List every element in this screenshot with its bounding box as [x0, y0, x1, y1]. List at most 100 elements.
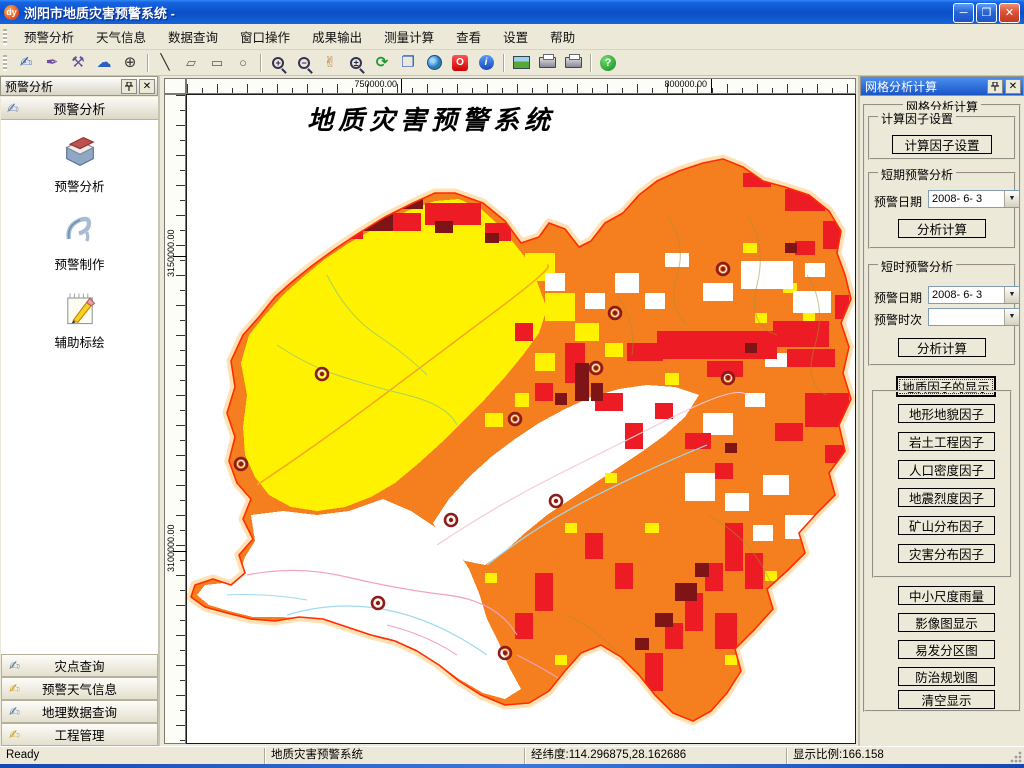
nowcast-date-label: 预警日期 — [874, 291, 923, 305]
resize-grip[interactable] — [1010, 751, 1022, 763]
zoom-out-tool-icon[interactable]: − — [292, 52, 316, 74]
aux-plot-tool-icon[interactable]: ⚒ — [66, 52, 90, 74]
zoom-extent-tool-icon[interactable]: ± — [344, 52, 368, 74]
left-panel-header-label: 预警分析 — [53, 101, 106, 117]
menu-help[interactable]: 帮助 — [539, 24, 586, 49]
clear-display-button[interactable]: 清空显示 — [898, 690, 995, 709]
left-panel: 预警分析 ✕ ✍ 预警分析 预警分析 预警制作 辅助标绘 ✍ 灾点查询 ✍ 预警… — [0, 76, 160, 746]
bar-geo-data-query-label: 地理数据查询 — [41, 706, 117, 720]
globe-tool-icon[interactable] — [422, 52, 446, 74]
nowcast-date-combo[interactable]: 2008- 6- 3 ▼ — [928, 286, 1020, 304]
right-panel-title-text: 网格分析计算 — [865, 79, 938, 94]
map-image-tool-icon[interactable] — [509, 52, 533, 74]
svg-text:地质灾害预警系统: 地质灾害预警系统 — [307, 106, 555, 136]
nowcast-analyze-button[interactable]: 分析计算 — [898, 338, 986, 357]
bar-disaster-point-query[interactable]: ✍ 灾点查询 — [1, 654, 158, 677]
menu-bar: 预警分析 天气信息 数据查询 窗口操作 成果输出 测量计算 查看 设置 帮助 — [0, 24, 1024, 50]
item-aux-plot[interactable]: 辅助标绘 — [1, 288, 158, 351]
item-warn-make[interactable]: 预警制作 — [1, 210, 158, 273]
print-setup-tool-icon[interactable] — [561, 52, 585, 74]
right-panel-close-icon[interactable]: ✕ — [1005, 79, 1021, 94]
warn-analysis-tool-icon[interactable]: ✍ — [14, 52, 38, 74]
seismic-factor-button[interactable]: 地震烈度因子 — [898, 488, 995, 507]
left-panel-title-text: 预警分析 — [5, 79, 54, 94]
left-panel-body: 预警分析 预警制作 辅助标绘 — [1, 120, 158, 654]
right-panel-body: 网格分析计算 计算因子设置 计算因子设置 短期预警分析 预警日期 2008- 6… — [860, 96, 1024, 746]
line-tool-icon[interactable]: ╲ — [153, 52, 177, 74]
print-tool-icon[interactable] — [535, 52, 559, 74]
population-factor-button[interactable]: 人口密度因子 — [898, 460, 995, 479]
weather-cloud-tool-icon[interactable]: ☁ — [92, 52, 116, 74]
project-manage-icon: ✍ — [9, 726, 20, 742]
right-panel-title: 网格分析计算 ✕ — [860, 76, 1024, 96]
refresh-view-tool-icon[interactable]: ⟳ — [370, 52, 394, 74]
nowcast-date-dropdown-icon[interactable]: ▼ — [1004, 287, 1019, 303]
left-panel-close-icon[interactable]: ✕ — [139, 79, 155, 94]
mine-factor-button[interactable]: 矿山分布因子 — [898, 516, 995, 535]
short-term-date-dropdown-icon[interactable]: ▼ — [1004, 191, 1019, 207]
zoom-in-tool-icon[interactable]: + — [266, 52, 290, 74]
item-warn-analysis-label: 预警分析 — [54, 180, 105, 194]
minimize-button[interactable]: ─ — [953, 3, 974, 23]
bar-geo-data-query[interactable]: ✍ 地理数据查询 — [1, 700, 158, 723]
prevention-plan-button[interactable]: 防治规划图 — [898, 667, 995, 686]
window-bottom-border — [0, 764, 1024, 768]
bar-project-manage-label: 工程管理 — [54, 729, 105, 743]
ellipse-tool-icon[interactable]: ○ — [231, 52, 255, 74]
terrain-factor-button[interactable]: 地形地貌因子 — [898, 404, 995, 423]
h-ruler-label-800000: 800000.00 — [664, 79, 707, 89]
pan-tool-icon[interactable]: ✌ — [318, 52, 342, 74]
menu-result-output[interactable]: 成果输出 — [301, 24, 373, 49]
nowcast-time-combo[interactable]: ▼ — [928, 308, 1020, 326]
info-tool-icon[interactable]: i — [474, 52, 498, 74]
item-aux-plot-label: 辅助标绘 — [54, 336, 105, 350]
left-panel-header[interactable]: ✍ 预警分析 — [1, 97, 158, 120]
left-panel-pin-icon[interactable] — [121, 79, 137, 94]
short-term-analyze-button[interactable]: 分析计算 — [898, 219, 986, 238]
short-term-date-combo[interactable]: 2008- 6- 3 ▼ — [928, 190, 1020, 208]
toolbar-separator — [260, 53, 261, 72]
disaster-factor-button[interactable]: 灾害分布因子 — [898, 544, 995, 563]
susceptibility-map-button[interactable]: 易发分区图 — [898, 640, 995, 659]
nowcast-time-dropdown-icon[interactable]: ▼ — [1004, 309, 1019, 325]
restore-button[interactable]: ❐ — [976, 3, 997, 23]
close-button[interactable]: ✕ — [999, 3, 1020, 23]
disaster-query-icon: ✍ — [9, 657, 20, 673]
menu-weather-info[interactable]: 天气信息 — [85, 24, 157, 49]
vertical-ruler: 3150000.00 3100000.00 — [164, 94, 186, 744]
map-canvas[interactable]: 地质灾害预警系统 — [186, 94, 856, 744]
image-display-button[interactable]: 影像图显示 — [898, 613, 995, 632]
stop-tool-icon[interactable]: O — [448, 52, 472, 74]
nowcast-time-label: 预警时次 — [874, 313, 923, 327]
menu-warn-analysis[interactable]: 预警分析 — [13, 24, 85, 49]
menu-data-query[interactable]: 数据查询 — [157, 24, 229, 49]
right-panel: 网格分析计算 ✕ 网格分析计算 计算因子设置 计算因子设置 短期预警分析 预警日… — [858, 76, 1024, 746]
status-bar: Ready 地质灾害预警系统 经纬度:114.296875,28.162686 … — [0, 746, 1024, 764]
bar-warn-weather-info[interactable]: ✍ 预警天气信息 — [1, 677, 158, 700]
toolbar-grip[interactable] — [3, 54, 7, 71]
bar-project-manage[interactable]: ✍ 工程管理 — [1, 723, 158, 746]
right-panel-pin-icon[interactable] — [987, 79, 1003, 94]
help-tool-icon[interactable]: ? — [596, 52, 620, 74]
menu-settings[interactable]: 设置 — [492, 24, 539, 49]
rect-tool-icon[interactable]: ▭ — [205, 52, 229, 74]
geotech-factor-button[interactable]: 岩土工程因子 — [898, 432, 995, 451]
toolbar-separator — [503, 53, 504, 72]
nowcast-date-value: 2008- 6- 3 — [932, 289, 983, 301]
app-icon: dy — [4, 4, 19, 20]
item-warn-analysis[interactable]: 预警分析 — [1, 132, 158, 195]
polygon-tool-icon[interactable]: ▱ — [179, 52, 203, 74]
copy-layers-tool-icon[interactable]: ❐ — [396, 52, 420, 74]
status-coordinates: 经纬度:114.296875,28.162686 — [524, 748, 786, 764]
factor-set-button[interactable]: 计算因子设置 — [892, 135, 992, 154]
menu-view[interactable]: 查看 — [445, 24, 492, 49]
rainfall-scale-button[interactable]: 中小尺度雨量 — [898, 586, 995, 605]
menu-grip[interactable] — [3, 28, 7, 45]
warn-make-tool-icon[interactable]: ✒ — [40, 52, 64, 74]
menu-measure-calc[interactable]: 测量计算 — [373, 24, 445, 49]
factor-set-group-label: 计算因子设置 — [878, 110, 957, 127]
menu-window-ops[interactable]: 窗口操作 — [229, 24, 301, 49]
warn-analysis-header-icon: ✍ — [7, 99, 19, 116]
locate-tool-icon[interactable]: ⊕ — [118, 52, 142, 74]
map-area: 750000.00 800000.00 3150000.00 3100000.0… — [160, 76, 858, 746]
